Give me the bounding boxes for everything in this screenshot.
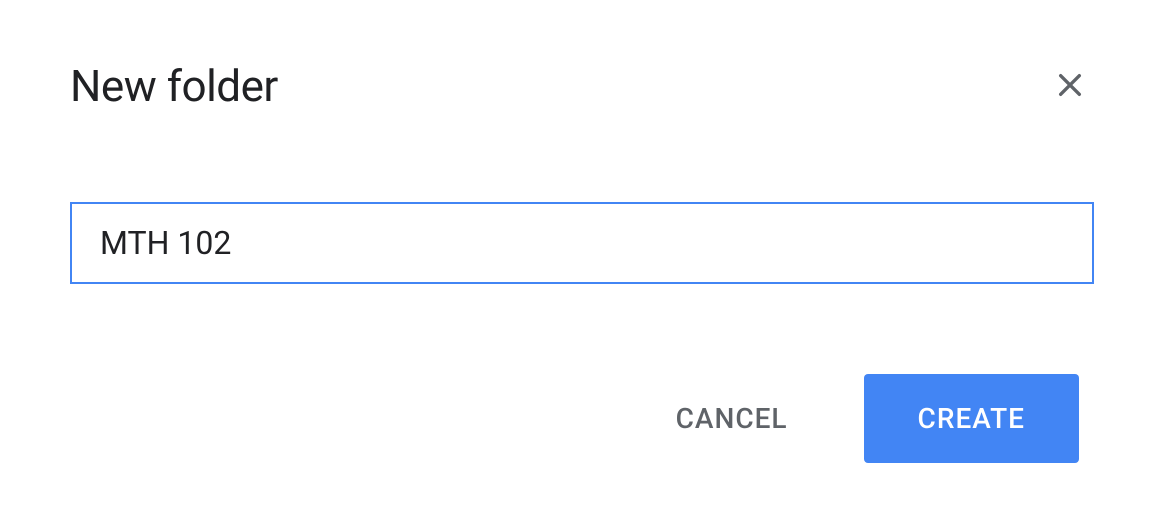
cancel-button[interactable]: CANCEL [660, 382, 804, 455]
create-button[interactable]: CREATE [864, 374, 1079, 463]
input-wrapper [70, 202, 1094, 284]
close-icon [1054, 69, 1086, 104]
dialog-actions: CANCEL CREATE [70, 374, 1094, 463]
folder-name-input[interactable] [70, 202, 1094, 284]
close-button[interactable] [1046, 61, 1094, 112]
new-folder-dialog: New folder CANCEL CREATE [0, 0, 1164, 516]
dialog-header: New folder [70, 60, 1094, 112]
dialog-title: New folder [70, 60, 278, 112]
